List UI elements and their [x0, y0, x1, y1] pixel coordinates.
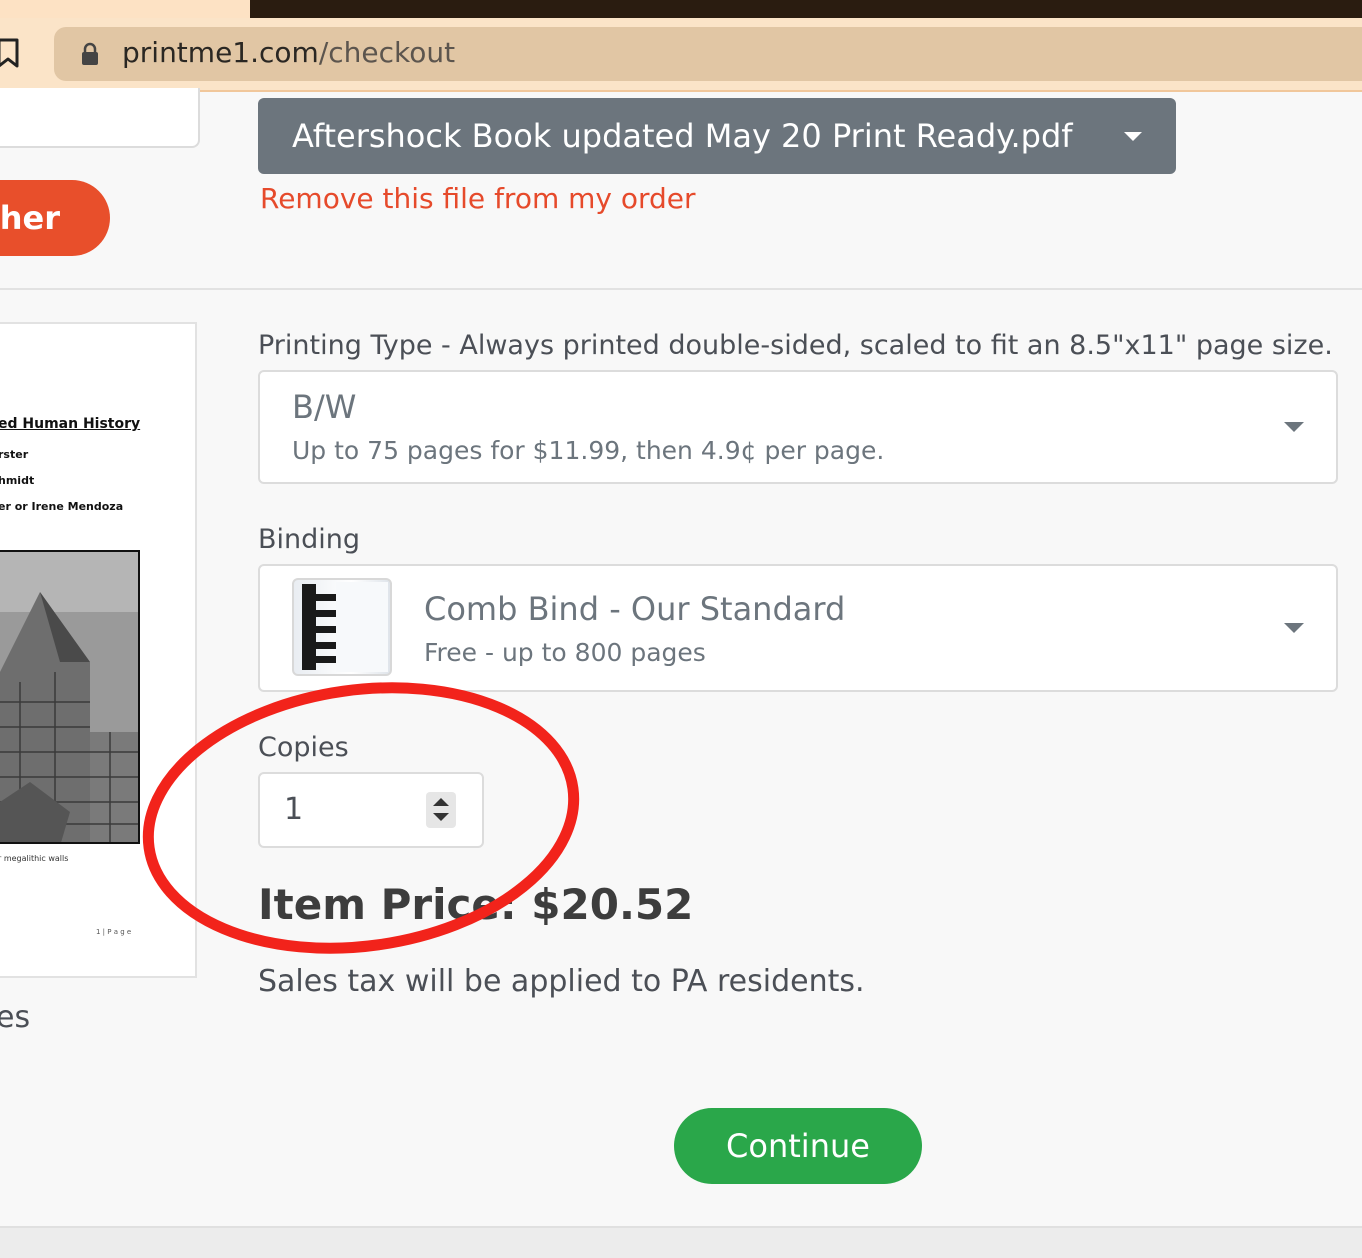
preview-title: ed Human History	[0, 416, 141, 432]
continue-button[interactable]: Continue	[674, 1108, 922, 1184]
caret-down-icon	[1284, 422, 1304, 432]
stepper-down-icon[interactable]	[433, 813, 449, 821]
page-count-text: es	[0, 1000, 31, 1035]
url-path: /checkout	[318, 36, 456, 69]
browser-tabstrip-right	[250, 0, 1362, 20]
apply-voucher-button[interactable]: cher	[0, 180, 110, 256]
browser-tabstrip-left	[0, 0, 250, 20]
lock-icon	[82, 42, 98, 65]
file-select-dropdown[interactable]: Aftershock Book updated May 20 Print Rea…	[258, 98, 1176, 174]
voucher-code-input[interactable]	[0, 88, 200, 148]
printing-type-label: Printing Type - Always printed double-si…	[258, 330, 1333, 361]
preview-author-line: rster	[0, 448, 29, 461]
preview-author-line: hmidt	[0, 474, 35, 487]
comb-bind-image	[292, 578, 392, 676]
binding-label: Binding	[258, 524, 361, 555]
printing-type-value: B/W	[292, 388, 357, 426]
bookmark-icon[interactable]	[0, 38, 20, 68]
binding-value: Comb Bind - Our Standard	[424, 590, 846, 628]
document-preview: ed Human History rster hmidt er or Irene…	[0, 322, 197, 978]
preview-author-line: er or Irene Mendoza	[0, 500, 124, 513]
footer-strip	[0, 1226, 1362, 1258]
caret-down-icon	[1124, 132, 1142, 141]
sales-tax-note: Sales tax will be applied to PA resident…	[258, 964, 865, 999]
preview-photo	[0, 550, 140, 844]
printing-type-select[interactable]: B/W Up to 75 pages for $11.99, then 4.9¢…	[258, 370, 1338, 484]
quantity-stepper[interactable]	[426, 792, 456, 828]
file-name: Aftershock Book updated May 20 Print Rea…	[292, 117, 1073, 155]
copies-value: 1	[284, 792, 304, 827]
section-divider	[0, 288, 1362, 290]
binding-select[interactable]: Comb Bind - Our Standard Free - up to 80…	[258, 564, 1338, 692]
url-text[interactable]: printme1.com/checkout	[122, 36, 455, 69]
url-domain: printme1.com	[122, 36, 319, 69]
stepper-up-icon[interactable]	[433, 798, 449, 806]
printing-type-price: Up to 75 pages for $11.99, then 4.9¢ per…	[292, 436, 885, 465]
preview-caption: r megalithic walls	[0, 854, 69, 863]
caret-down-icon	[1284, 623, 1304, 633]
binding-price: Free - up to 800 pages	[424, 638, 706, 667]
copies-input[interactable]: 1	[258, 772, 484, 848]
preview-page-number: 1 | P a g e	[96, 928, 132, 936]
copies-label: Copies	[258, 732, 349, 763]
item-price: Item Price: $20.52	[258, 880, 694, 929]
remove-file-link[interactable]: Remove this file from my order	[260, 182, 696, 215]
